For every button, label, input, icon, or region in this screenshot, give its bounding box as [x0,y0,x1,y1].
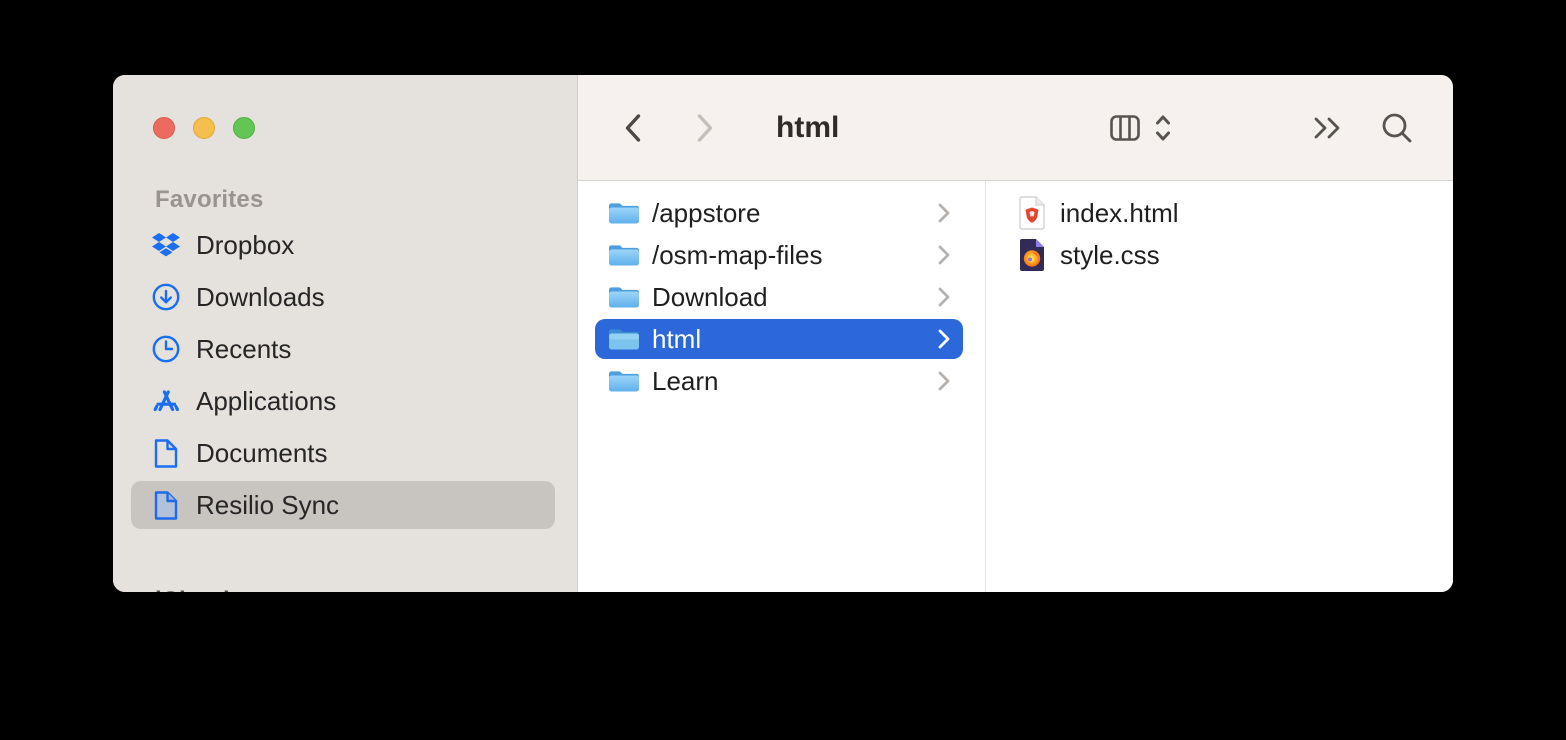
folder-row-appstore[interactable]: /appstore [595,193,963,233]
folder-name: /osm-map-files [652,240,937,271]
forward-button[interactable] [682,100,728,156]
folder-row-learn[interactable]: Learn [595,361,963,401]
chevron-right-icon [937,329,951,349]
chevron-right-icon [937,203,951,223]
zoom-button[interactable] [233,117,255,139]
chevron-right-icon [696,113,714,143]
search-button[interactable] [1381,75,1413,181]
sidebar-item-label: Downloads [196,282,325,313]
browser-column-1: /appstore /osm-map-files [578,181,986,592]
view-controls [1110,75,1172,181]
sidebar-item-label: Resilio Sync [196,490,339,521]
finder-window: Favorites Dropbox [113,75,1453,592]
dropbox-icon [150,229,182,261]
sidebar-item-label: Documents [196,438,328,469]
sidebar-item-applications[interactable]: Applications [131,377,555,425]
back-button[interactable] [610,100,656,156]
chevron-right-icon [937,245,951,265]
download-circle-icon [150,281,182,313]
folder-icon [608,324,640,354]
folder-icon [608,282,640,312]
file-row-style-css[interactable]: style.css [1003,235,1423,275]
folder-icon [608,240,640,270]
column-view-icon [1110,115,1140,141]
sidebar-item-label: Dropbox [196,230,294,261]
sidebar-content: Favorites Dropbox [113,185,577,592]
chevron-left-icon [624,113,642,143]
file-name: style.css [1060,240,1411,271]
toolbar: html [578,75,1453,181]
column-browser: /appstore /osm-map-files [578,181,1453,592]
firefox-css-file-icon [1016,240,1048,270]
window-controls [153,117,255,139]
sidebar-item-dropbox[interactable]: Dropbox [131,221,555,269]
folder-name: Learn [652,366,937,397]
sidebar-item-recents[interactable]: Recents [131,325,555,373]
file-name: index.html [1060,198,1411,229]
sidebar-item-documents[interactable]: Documents [131,429,555,477]
folder-row-html[interactable]: html [595,319,963,359]
folder-icon [608,198,640,228]
file-row-index-html[interactable]: index.html [1003,193,1423,233]
toolbar-overflow-button[interactable] [1313,75,1343,181]
browser-column-2: index.html style.css [986,181,1453,592]
app-store-icon [150,385,182,417]
search-icon [1381,112,1413,144]
document-tinted-icon [150,489,182,521]
column-view-button[interactable] [1110,115,1140,141]
folder-icon [608,366,640,396]
main-area: html [577,75,1453,592]
document-icon [150,437,182,469]
folder-name: html [652,324,937,355]
sidebar: Favorites Dropbox [113,75,577,592]
sidebar-item-label: Recents [196,334,291,365]
folder-row-osm-map-files[interactable]: /osm-map-files [595,235,963,275]
sidebar-item-resilio-sync[interactable]: Resilio Sync [131,481,555,529]
window-title: html [776,111,839,145]
folder-name: Download [652,282,937,313]
folder-row-download[interactable]: Download [595,277,963,317]
clock-icon [150,333,182,365]
chevron-up-down-icon [1154,114,1172,142]
clipped-next-section-header: iCloud [155,587,230,592]
folder-name: /appstore [652,198,937,229]
sidebar-item-downloads[interactable]: Downloads [131,273,555,321]
sidebar-item-label: Applications [196,386,336,417]
minimize-button[interactable] [193,117,215,139]
favorites-section-header: Favorites [155,185,577,215]
view-options-button[interactable] [1154,114,1172,142]
double-chevron-right-icon [1313,115,1343,141]
chevron-right-icon [937,371,951,391]
chevron-right-icon [937,287,951,307]
brave-html-file-icon [1016,198,1048,228]
close-button[interactable] [153,117,175,139]
